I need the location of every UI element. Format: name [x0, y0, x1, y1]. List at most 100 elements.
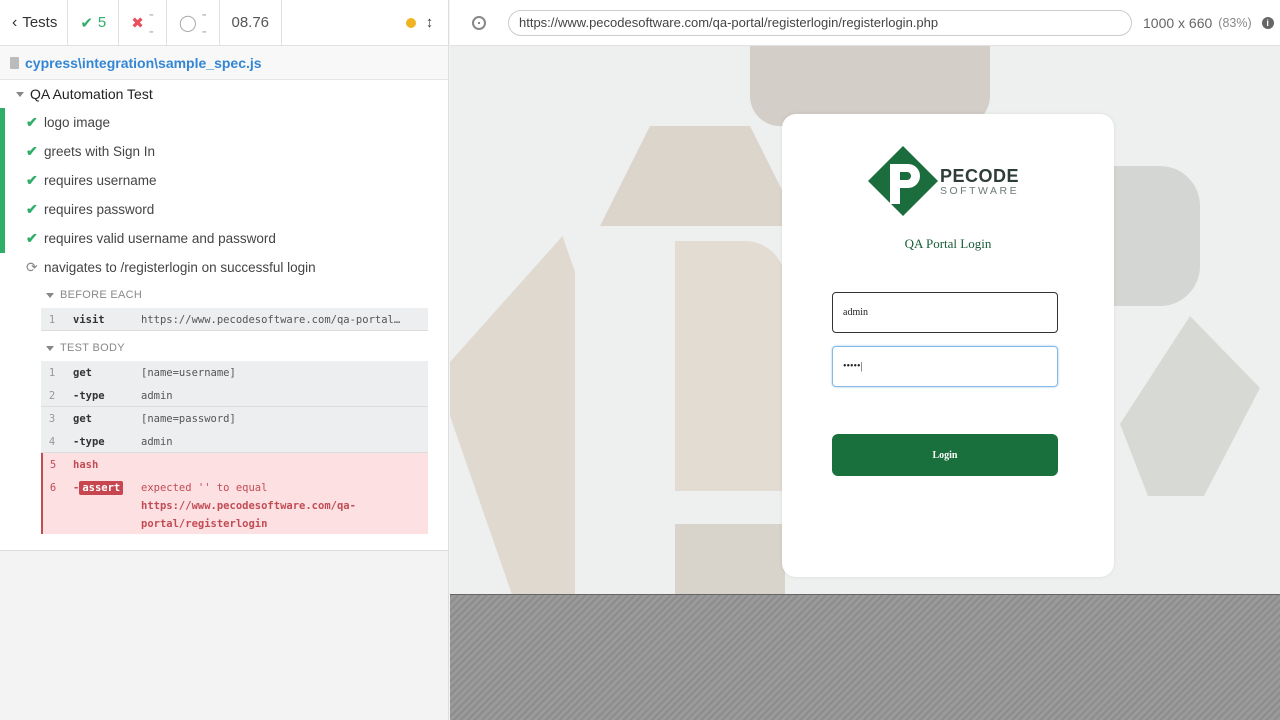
before-each-hook: BEFORE EACH 1 visit https://www.pecodeso… [41, 282, 428, 331]
command-number: 4 [48, 436, 56, 448]
command-message: admin [141, 436, 173, 448]
password-input[interactable]: •••••| [832, 346, 1058, 387]
url-bar[interactable]: https://www.pecodesoftware.com/qa-portal… [508, 9, 1132, 36]
background-photo-tile [450, 316, 650, 576]
background-photo-tile [675, 241, 785, 491]
command-name: -type [73, 436, 105, 448]
auto-scroll-icon[interactable]: ↕ [426, 14, 434, 31]
command-name: - assert [63, 481, 141, 495]
background-photo-tile [600, 126, 800, 226]
check-icon: ✔ [26, 230, 38, 246]
test-item[interactable]: ✔ greets with Sign In [0, 137, 448, 166]
command-number: 3 [48, 413, 56, 425]
aut-iframe: PECODE SOFTWARE QA Portal Login admin ••… [450, 46, 1280, 594]
test-item[interactable]: ✔ logo image [0, 108, 448, 137]
command-name: get [73, 413, 92, 425]
tests-label: Tests [22, 14, 58, 31]
test-label: greets with Sign In [44, 144, 156, 159]
command-row-failed[interactable]: 6 - assert expected '' to equal https://w… [41, 476, 428, 534]
background-photo-tile [1120, 316, 1260, 496]
spec-path-link[interactable]: cypress\integration\sample_spec.js [25, 55, 262, 71]
check-icon: ✔ [26, 172, 38, 188]
username-value: admin [843, 307, 868, 318]
hook-title: BEFORE EACH [60, 289, 143, 301]
pecode-logo: PECODE SOFTWARE [868, 146, 1028, 216]
command-number: 5 [49, 459, 57, 471]
failed-count: ✖ -- [119, 0, 167, 46]
command-number: 1 [48, 314, 56, 326]
background-photo-tile [675, 524, 785, 594]
check-icon: ✔ [80, 14, 93, 32]
logo-line2: SOFTWARE [940, 185, 1020, 197]
assert-message-prefix: expected '' to equal [141, 482, 268, 494]
test-item-running[interactable]: ⟳ navigates to /registerlogin on success… [0, 253, 448, 282]
command-message: expected '' to equal https://www.pecodes… [141, 479, 428, 533]
check-icon: ✔ [26, 201, 38, 217]
caret-down-icon [16, 91, 24, 97]
command-row[interactable]: 4 -type admin [41, 430, 428, 453]
viewport-info: 1000 x 660 (83%) i [1143, 15, 1274, 31]
command-row[interactable]: 1 visit https://www.pecodesoftware.com/q… [41, 308, 428, 331]
info-icon[interactable]: i [1261, 16, 1274, 29]
url-text: https://www.pecodesoftware.com/qa-portal… [519, 15, 939, 30]
circle-icon: ◯ [178, 14, 197, 32]
selector-playground-icon[interactable] [472, 15, 486, 30]
test-label: requires username [44, 173, 157, 188]
test-label: logo image [44, 115, 111, 130]
refresh-icon: ⟳ [26, 259, 38, 275]
command-name: -type [73, 390, 105, 402]
passed-count: ✔ 5 [68, 0, 120, 46]
login-card: PECODE SOFTWARE QA Portal Login admin ••… [782, 114, 1114, 577]
command-number: 2 [48, 390, 56, 402]
command-row[interactable]: 1 get [name=username] [41, 361, 428, 384]
username-input[interactable]: admin [832, 292, 1058, 333]
command-row[interactable]: 2 -type admin [41, 384, 428, 407]
suite-title: QA Automation Test [30, 86, 153, 102]
test-body-hook: TEST BODY 1 get [name=username] 2 -type … [41, 335, 428, 534]
pending-value: -- [201, 5, 207, 40]
test-item[interactable]: ✔ requires valid username and password [0, 224, 448, 253]
duration: 08.76 [220, 0, 282, 46]
caret-down-icon [46, 292, 54, 298]
chevron-left-icon: ‹ [12, 13, 18, 31]
assert-message-url: https://www.pecodesoftware.com/qa-portal… [141, 500, 356, 530]
runnables-list: QA Automation Test ✔ logo image ✔ greets… [0, 80, 448, 551]
tests-back-button[interactable]: ‹ Tests [0, 0, 69, 46]
pecode-logo-mark-icon [868, 146, 938, 216]
caret-down-icon [46, 345, 54, 351]
check-icon: ✔ [26, 114, 38, 130]
command-number: 1 [48, 367, 56, 379]
command-row[interactable]: 3 get [name=password] [41, 407, 428, 430]
passed-value: 5 [97, 14, 107, 31]
test-label: requires valid username and password [44, 231, 276, 246]
stats-bar: ‹ Tests ✔ 5 ✖ -- ◯ -- 08.76 ↕ [0, 0, 483, 46]
suite-header[interactable]: QA Automation Test [0, 80, 448, 108]
duration-value: 08.76 [231, 14, 270, 31]
command-name: get [73, 367, 92, 379]
portal-title: QA Portal Login [904, 236, 992, 251]
pending-count: ◯ -- [167, 0, 220, 46]
background-photo-tile [1110, 166, 1200, 306]
test-item[interactable]: ✔ requires password [0, 195, 448, 224]
logo-text: PECODE SOFTWARE [940, 166, 1019, 197]
command-number: 6 [49, 482, 57, 494]
command-name: visit [73, 314, 105, 326]
test-item[interactable]: ✔ requires username [0, 166, 448, 195]
hook-header[interactable]: BEFORE EACH [41, 282, 428, 308]
aut-header: https://www.pecodesoftware.com/qa-portal… [450, 0, 1280, 46]
failed-value: -- [148, 5, 154, 40]
running-indicator-icon [405, 17, 416, 28]
command-row-failed[interactable]: 5 hash [41, 453, 428, 476]
viewport-scale: (83%) [1218, 15, 1252, 30]
file-icon [10, 56, 19, 69]
reporter-panel: ‹ Tests ✔ 5 ✖ -- ◯ -- 08.76 ↕ cypress\in… [0, 0, 483, 720]
viewport-size: 1000 x 660 [1143, 14, 1213, 31]
aut-empty-area [450, 594, 1280, 720]
command-message: https://www.pecodesoftware.com/qa-portal… [141, 314, 401, 326]
assert-badge: assert [79, 481, 124, 495]
command-message: [name=username] [141, 367, 236, 379]
login-button[interactable]: Login [832, 434, 1058, 476]
hook-header[interactable]: TEST BODY [41, 335, 428, 361]
hook-title: TEST BODY [60, 342, 125, 354]
spec-header: cypress\integration\sample_spec.js [0, 46, 448, 80]
